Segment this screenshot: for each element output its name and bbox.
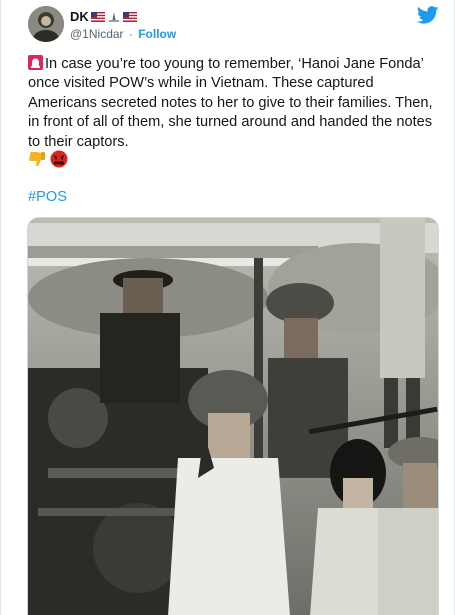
author-handle-row: @1Nicdar · Follow xyxy=(70,27,176,41)
tweet-text: In case you’re too young to remember, ‘H… xyxy=(28,55,443,152)
author-name-row[interactable]: DK xyxy=(70,9,137,24)
angry-face-icon xyxy=(50,150,68,168)
siren-icon xyxy=(28,55,43,70)
follow-button[interactable]: Follow xyxy=(138,27,176,41)
tweet-body: In case you’re too young to remember, ‘H… xyxy=(28,56,433,150)
hashtag-link[interactable]: #POS xyxy=(28,189,67,205)
thumbs-down-icon xyxy=(29,152,45,167)
author-name[interactable]: DK xyxy=(70,9,89,24)
author-handle[interactable]: @1Nicdar xyxy=(70,27,124,41)
reaction-emojis xyxy=(28,150,68,168)
tweet-photo[interactable] xyxy=(27,217,439,615)
separator-dot: · xyxy=(128,27,133,41)
tower-icon xyxy=(108,11,119,22)
us-flag-icon xyxy=(122,11,137,22)
tweet-card: DK @1Nicdar · Follow In case you’re too … xyxy=(0,0,455,615)
author-avatar[interactable] xyxy=(28,6,64,42)
black-and-white-photo xyxy=(28,218,438,615)
twitter-bird-icon[interactable] xyxy=(417,6,439,24)
us-flag-icon xyxy=(90,11,105,22)
